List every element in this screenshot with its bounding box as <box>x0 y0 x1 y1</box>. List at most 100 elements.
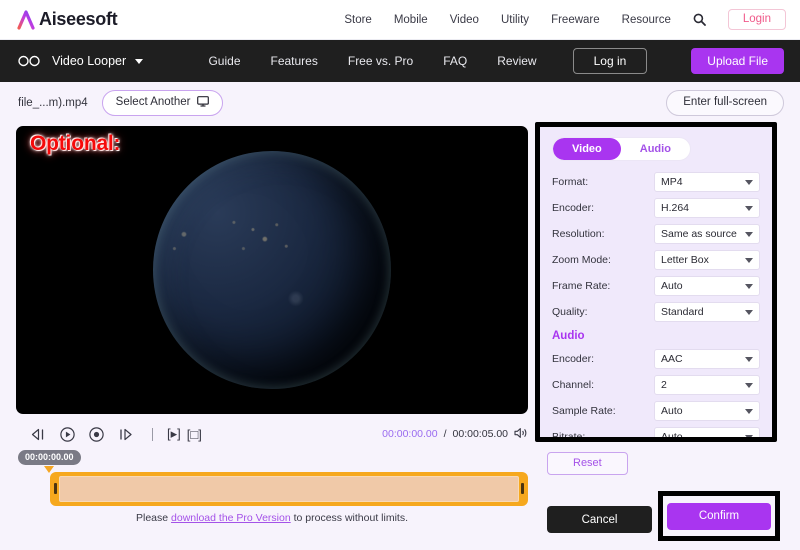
audio-encoder-select[interactable]: AAC <box>654 349 760 370</box>
setting-row-encoder-audio: Encoder: AAC <box>552 349 760 370</box>
trim-handle-left[interactable] <box>54 483 57 494</box>
player-controls: [▸] [□] 00:00:00.00 / 00:00:05.00 <box>16 418 528 450</box>
bitrate-label: Bitrate: <box>552 431 586 442</box>
topnav-item-mobile[interactable]: Mobile <box>394 14 428 26</box>
setting-row-frame-rate: Frame Rate: Auto <box>552 276 760 297</box>
channel-label: Channel: <box>552 379 595 392</box>
fast-forward-icon[interactable] <box>118 428 134 441</box>
current-time-label: 00:00:00.00 <box>382 428 438 440</box>
setting-row-bitrate: Bitrate: Auto <box>552 427 760 442</box>
frame-rate-label: Frame Rate: <box>552 280 611 293</box>
top-header-bar: Aiseesoft Store Mobile Video Utility Fre… <box>0 0 800 40</box>
bitrate-select[interactable]: Auto <box>654 427 760 442</box>
confirm-button[interactable]: Confirm <box>667 502 771 530</box>
video-encoder-select[interactable]: H.264 <box>654 198 760 219</box>
search-icon[interactable] <box>693 13 706 26</box>
nav-item-faq[interactable]: FAQ <box>443 54 467 68</box>
product-selector[interactable]: Video Looper <box>52 54 144 68</box>
resolution-select[interactable]: Same as source <box>654 224 760 245</box>
chevron-down-icon <box>745 205 753 211</box>
chevron-down-icon <box>745 309 753 315</box>
setting-row-quality: Quality: Standard <box>552 302 760 323</box>
set-end-point-icon[interactable]: [□] <box>187 427 202 442</box>
frame-rate-select[interactable]: Auto <box>654 276 760 297</box>
chevron-down-icon <box>745 231 753 237</box>
chevron-down-icon <box>745 257 753 263</box>
zoom-mode-select[interactable]: Letter Box <box>654 250 760 271</box>
format-value: MP4 <box>661 176 683 189</box>
total-time-label: 00:00:05.00 <box>452 428 508 440</box>
cancel-button[interactable]: Cancel <box>547 506 652 533</box>
app-root: Aiseesoft Store Mobile Video Utility Fre… <box>0 0 800 550</box>
chevron-down-icon <box>135 58 144 64</box>
nav-item-guide[interactable]: Guide <box>208 54 240 68</box>
topnav-item-utility[interactable]: Utility <box>501 14 529 26</box>
sample-rate-value: Auto <box>661 405 683 418</box>
timeline[interactable]: 00:00:00.00 <box>16 450 528 506</box>
topnav-item-video[interactable]: Video <box>450 14 479 26</box>
nav-item-free-vs-pro[interactable]: Free vs. Pro <box>348 54 413 68</box>
audio-encoder-value: AAC <box>661 353 683 366</box>
pro-version-note: Please download the Pro Version to proce… <box>16 512 528 524</box>
quality-select[interactable]: Standard <box>654 302 760 323</box>
rewind-icon[interactable] <box>30 428 46 441</box>
optional-overlay-text: Optional: <box>30 132 121 155</box>
tab-audio[interactable]: Audio <box>621 138 690 160</box>
trim-track[interactable] <box>50 472 528 506</box>
zoom-mode-label: Zoom Mode: <box>552 254 611 267</box>
setting-row-encoder-video: Encoder: H.264 <box>552 198 760 219</box>
nav-item-features[interactable]: Features <box>271 54 318 68</box>
quality-value: Standard <box>661 306 704 319</box>
video-encoder-value: H.264 <box>661 202 690 215</box>
chevron-down-icon <box>745 356 753 362</box>
select-another-button[interactable]: Select Another <box>101 89 224 117</box>
zoom-mode-value: Letter Box <box>661 254 709 267</box>
setting-row-resolution: Resolution: Same as source <box>552 224 760 245</box>
tab-video[interactable]: Video <box>553 138 621 161</box>
log-in-button[interactable]: Log in <box>572 48 648 74</box>
brand-name: Aiseesoft <box>39 9 118 29</box>
format-select[interactable]: MP4 <box>654 172 760 193</box>
pro-note-suffix: to process without limits. <box>290 512 408 524</box>
topnav-item-freeware[interactable]: Freeware <box>551 14 600 26</box>
product-name: Video Looper <box>52 54 127 68</box>
login-button[interactable]: Login <box>727 8 786 31</box>
nav-item-review[interactable]: Review <box>497 54 536 68</box>
topnav-item-store[interactable]: Store <box>344 14 372 26</box>
time-separator: / <box>443 428 447 440</box>
monitor-icon <box>197 95 210 111</box>
time-display: 00:00:00.00 / 00:00:05.00 <box>382 427 528 442</box>
sample-rate-select[interactable]: Auto <box>654 401 760 422</box>
format-label: Format: <box>552 176 589 189</box>
brand-logo[interactable]: Aiseesoft <box>16 9 118 30</box>
playhead-time-tooltip: 00:00:00.00 <box>18 450 81 465</box>
audio-encoder-label: Encoder: <box>552 353 595 366</box>
pro-version-link[interactable]: download the Pro Version <box>171 512 291 524</box>
resolution-label: Resolution: <box>552 228 605 241</box>
chevron-down-icon <box>745 283 753 289</box>
media-type-tabs: Video Audio <box>552 137 691 162</box>
upload-file-button[interactable]: Upload File <box>691 48 784 74</box>
quality-label: Quality: <box>552 306 588 319</box>
setting-row-sample-rate: Sample Rate: Auto <box>552 401 760 422</box>
play-circle-icon[interactable] <box>60 426 75 442</box>
aiseesoft-logo-icon <box>16 9 38 30</box>
channel-select[interactable]: 2 <box>654 375 760 396</box>
select-another-label: Select Another <box>115 96 191 109</box>
topnav-item-resource[interactable]: Resource <box>622 14 671 26</box>
export-settings-panel: Video Audio Format: MP4 Encoder: H.264 R… <box>540 127 772 437</box>
video-preview[interactable]: Optional: <box>16 126 528 414</box>
video-encoder-label: Encoder: <box>552 202 595 215</box>
audio-section-heading: Audio <box>552 330 585 343</box>
trim-handle-right[interactable] <box>521 483 524 494</box>
record-circle-icon[interactable] <box>89 426 104 442</box>
top-nav: Store Mobile Video Utility Freeware Reso… <box>344 8 786 31</box>
set-start-point-icon[interactable]: [▸] <box>167 426 181 442</box>
volume-icon[interactable] <box>514 427 528 442</box>
bitrate-value: Auto <box>661 431 683 442</box>
export-settings-panel-highlight: Video Audio Format: MP4 Encoder: H.264 R… <box>535 122 777 442</box>
reset-button[interactable]: Reset <box>547 452 628 475</box>
channel-value: 2 <box>661 379 667 392</box>
setting-row-zoom-mode: Zoom Mode: Letter Box <box>552 250 760 271</box>
enter-fullscreen-button[interactable]: Enter full-screen <box>666 90 784 116</box>
